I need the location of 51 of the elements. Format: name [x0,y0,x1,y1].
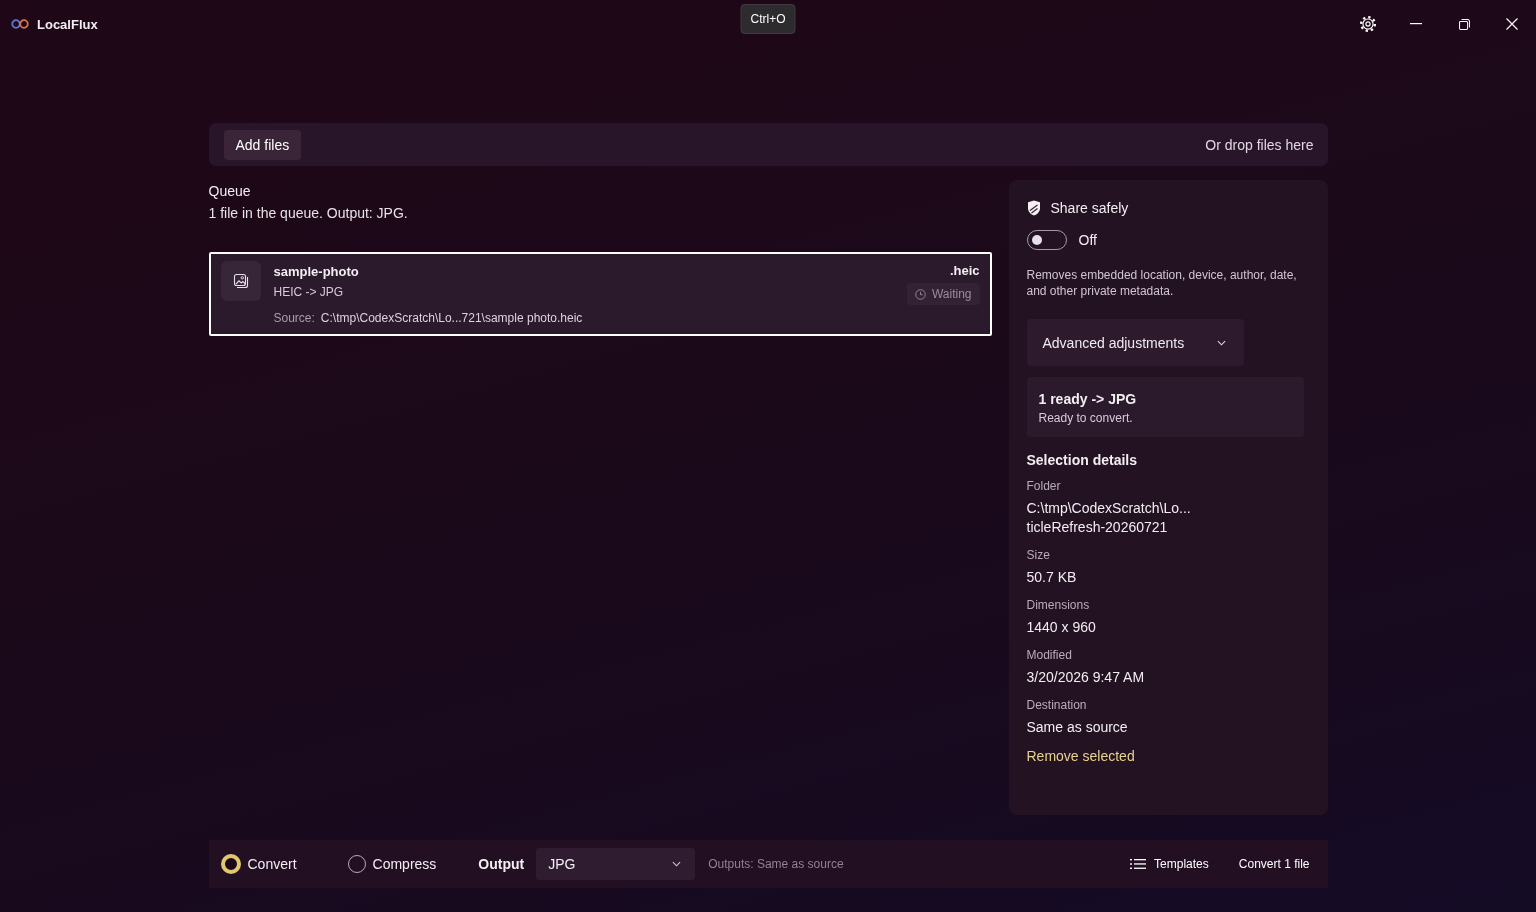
queue-summary: 1 file in the queue. Output: JPG. [208,205,408,221]
shield-icon [1026,200,1041,216]
image-file-icon [220,261,261,301]
detail-value: 1440 x 960 [1026,618,1096,637]
restore-icon [1458,18,1470,30]
mode-radio-option[interactable]: Convert [220,854,297,874]
detail-value: 50.7 KB [1026,568,1077,587]
conversion-label: HEIC -> JPG [273,285,344,299]
settings-icon [1359,15,1377,33]
ready-title: 1 ready -> JPG [1038,391,1137,407]
minimize-icon [1410,23,1422,25]
detail-value: Same as source [1026,718,1128,737]
detail-label: Size [1026,547,1050,563]
queue-title: Queue [208,183,251,199]
detail-label: Dimensions [1026,597,1090,613]
toggle-state-label: Off [1078,232,1097,248]
list-icon [1130,858,1147,870]
share-safely-description: Removes embedded location, device, author, date, and other private metadata. [1026,267,1298,299]
app-name: LocalFlux [37,16,98,32]
detail-label: Destination [1026,697,1087,713]
shortcut-tooltip: Ctrl+O [740,4,796,34]
templates-button[interactable]: Templates [1122,851,1217,877]
ready-subtitle: Ready to convert. [1038,411,1133,425]
chevron-icon [672,861,682,867]
outputs-note: Outputs: Same as source [708,857,844,871]
mode-label: Compress [372,856,437,872]
drop-hint: Or drop files here [1205,136,1314,153]
share-safely-title: Share safely [1050,200,1129,216]
logo-icon [11,19,29,29]
remove-selected-link[interactable]: Remove selected [1026,748,1135,764]
add-files-button[interactable]: Add files [223,129,302,160]
close-icon [1506,18,1518,30]
output-label: Output [478,856,525,872]
source-label: Source: [273,311,315,325]
drop-zone[interactable]: Add files Or drop files here [208,123,1328,166]
convert-button[interactable]: Convert 1 file [1232,851,1316,877]
detail-value: C:\tmp\CodexScratch\Lo... ticleRefresh-20260721 [1026,499,1191,537]
advanced-adjustments-button[interactable]: Advanced adjustments [1026,319,1244,366]
mode-radio-option[interactable]: Compress [347,854,437,874]
status-text: Waiting [931,287,972,301]
clock-icon [914,288,926,300]
file-extension: .heic [949,263,980,278]
output-format-dropdown[interactable]: JPG [536,848,696,880]
detail-label: Modified [1026,647,1072,663]
detail-value: 3/20/2026 9:47 AM [1026,668,1145,687]
source-path: C:\tmp\CodexScratch\Lo...721\sample photo.heic [320,311,583,325]
mode-label: Convert [247,856,297,872]
queue-item[interactable]: sample-photo HEIC -> JPG Source: C:\tmp\CodexScratch\Lo...721\sample photo.heic .heic Waiting [208,252,992,336]
selection-details-title: Selection details [1026,452,1137,468]
file-name: sample-photo [273,264,359,279]
detail-label: Folder [1026,478,1061,494]
